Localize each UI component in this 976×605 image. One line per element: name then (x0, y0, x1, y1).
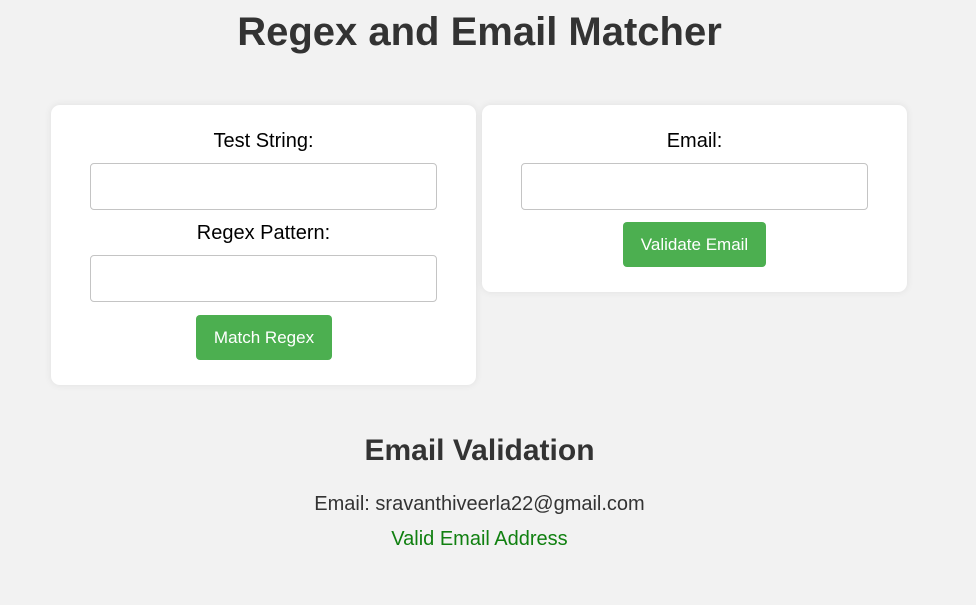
regex-card: Test String: Regex Pattern: Match Regex (51, 105, 476, 385)
result-email-text: Email: sravanthiveerla22@gmail.com (314, 493, 645, 515)
regex-pattern-input[interactable] (90, 255, 437, 302)
test-string-input[interactable] (90, 163, 437, 210)
result-status-text: Valid Email Address (391, 528, 568, 550)
email-input[interactable] (521, 163, 868, 210)
email-card: Email: Validate Email (482, 105, 907, 292)
match-regex-button[interactable]: Match Regex (196, 315, 332, 360)
result-heading: Email Validation (364, 434, 595, 467)
test-string-label: Test String: (213, 130, 314, 152)
regex-pattern-label: Regex Pattern: (196, 222, 331, 244)
validate-email-button[interactable]: Validate Email (623, 222, 766, 267)
page-title: Regex and Email Matcher (237, 10, 722, 54)
email-label: Email: (666, 130, 723, 152)
